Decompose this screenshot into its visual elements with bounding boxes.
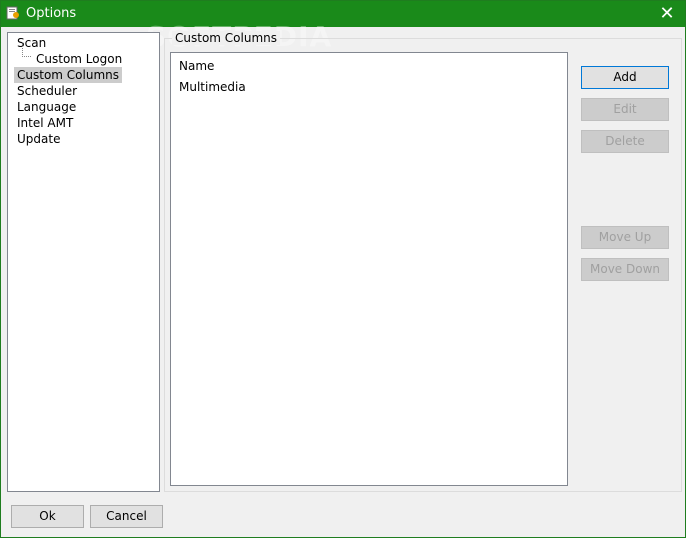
- tree-item-custom-columns[interactable]: Custom Columns: [14, 67, 122, 83]
- title-bar[interactable]: Options SOFTPEDIA ✕: [1, 1, 685, 53]
- move-down-button[interactable]: Move Down: [581, 258, 669, 281]
- tree-item-scheduler[interactable]: Scheduler: [14, 83, 80, 99]
- list-item-multimedia[interactable]: Multimedia: [179, 79, 246, 95]
- cancel-button[interactable]: Cancel: [90, 505, 163, 528]
- group-label: Custom Columns: [172, 31, 280, 45]
- tree-item-language[interactable]: Language: [14, 99, 79, 115]
- delete-button[interactable]: Delete: [581, 130, 669, 153]
- tree-item-custom-logon[interactable]: Custom Logon: [33, 51, 125, 67]
- columns-list[interactable]: Name Multimedia: [170, 52, 568, 486]
- tree-item-update[interactable]: Update: [14, 131, 63, 147]
- close-icon[interactable]: ✕: [657, 4, 677, 24]
- list-item-name[interactable]: Name: [179, 58, 214, 74]
- app-icon: [6, 6, 20, 20]
- move-up-button[interactable]: Move Up: [581, 226, 669, 249]
- window-title: Options: [26, 6, 77, 21]
- options-window: Options SOFTPEDIA ✕ Scan Custom Logon Cu…: [0, 0, 686, 538]
- tree-branch-line: [22, 42, 31, 57]
- edit-button[interactable]: Edit: [581, 98, 669, 121]
- tree-item-intel-amt[interactable]: Intel AMT: [14, 115, 76, 131]
- add-button[interactable]: Add: [581, 66, 669, 89]
- ok-button[interactable]: Ok: [11, 505, 84, 528]
- options-tree[interactable]: Scan Custom Logon Custom Columns Schedul…: [7, 32, 160, 492]
- tree-item-scan[interactable]: Scan: [14, 35, 49, 51]
